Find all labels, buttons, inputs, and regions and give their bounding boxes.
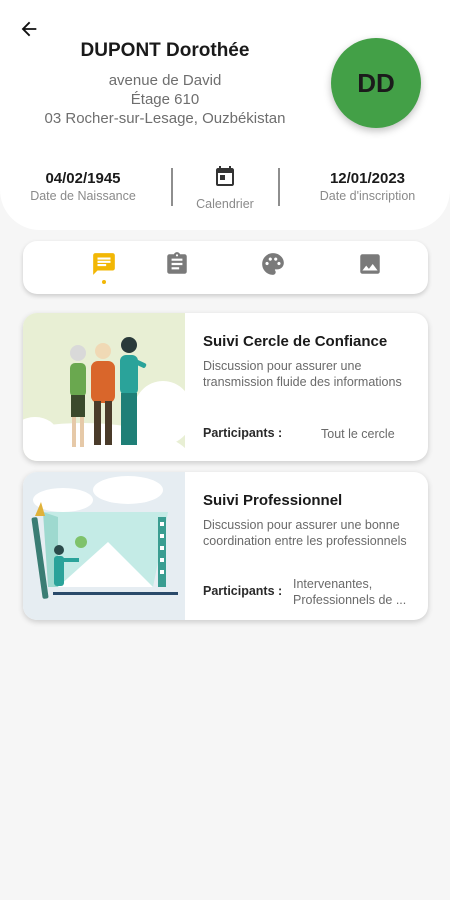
- pen-illustration: [23, 472, 185, 620]
- signup-date-stat: 12/01/2023 Date d'inscription: [305, 170, 430, 203]
- tab-photos[interactable]: [350, 251, 390, 287]
- patient-header: DUPONT Dorothée avenue de David Étage 61…: [0, 0, 450, 230]
- chat-icon: [93, 253, 115, 275]
- birth-date-value: 04/02/1945: [45, 170, 121, 187]
- calendar-label: Calendrier: [196, 197, 254, 211]
- card-title: Suivi Cercle de Confiance: [203, 333, 388, 350]
- tab-activities[interactable]: [253, 251, 293, 287]
- address-line-3: 03 Rocher-sur-Lesage, Ouzbékistan: [44, 110, 286, 127]
- participants-label: Participants :: [203, 426, 283, 440]
- arrow-left-icon: [21, 21, 37, 37]
- patient-name: DUPONT Dorothée: [80, 40, 250, 61]
- image-icon: [360, 254, 380, 274]
- participants-value: Tout le cercle: [321, 427, 395, 441]
- divider: [171, 168, 173, 206]
- divider: [278, 168, 280, 206]
- discussion-card-professional[interactable]: Suivi Professionnel Discussion pour assu…: [23, 472, 428, 620]
- active-indicator: [102, 280, 106, 284]
- clipboard-icon: [167, 252, 187, 274]
- address-line-2: Étage 610: [130, 91, 200, 108]
- calendar-button[interactable]: Calendrier: [185, 164, 265, 211]
- tab-bar: [23, 241, 428, 294]
- participants-label: Participants :: [203, 584, 283, 598]
- birth-date-stat: 04/02/1945 Date de Naissance: [18, 170, 148, 203]
- birth-date-label: Date de Naissance: [30, 189, 136, 203]
- card-description: Discussion pour assurer une transmission…: [203, 359, 402, 389]
- avatar: DD: [331, 38, 421, 128]
- family-illustration: [23, 313, 185, 461]
- signup-date-label: Date d'inscription: [319, 189, 416, 203]
- tab-messages[interactable]: [84, 251, 124, 287]
- card-description: Discussion pour assurer une bonne coordi…: [203, 518, 407, 548]
- signup-date-value: 12/01/2023: [329, 170, 406, 187]
- tab-notes[interactable]: [157, 251, 197, 287]
- discussion-card-trust-circle[interactable]: Suivi Cercle de Confiance Discussion pou…: [23, 313, 428, 461]
- card-title: Suivi Professionnel: [203, 492, 343, 509]
- participants-value: Intervenantes, Professionnels de ...: [293, 577, 407, 607]
- palette-icon: [262, 253, 284, 275]
- calendar-icon: [216, 166, 234, 186]
- address-line-1: avenue de David: [108, 72, 222, 89]
